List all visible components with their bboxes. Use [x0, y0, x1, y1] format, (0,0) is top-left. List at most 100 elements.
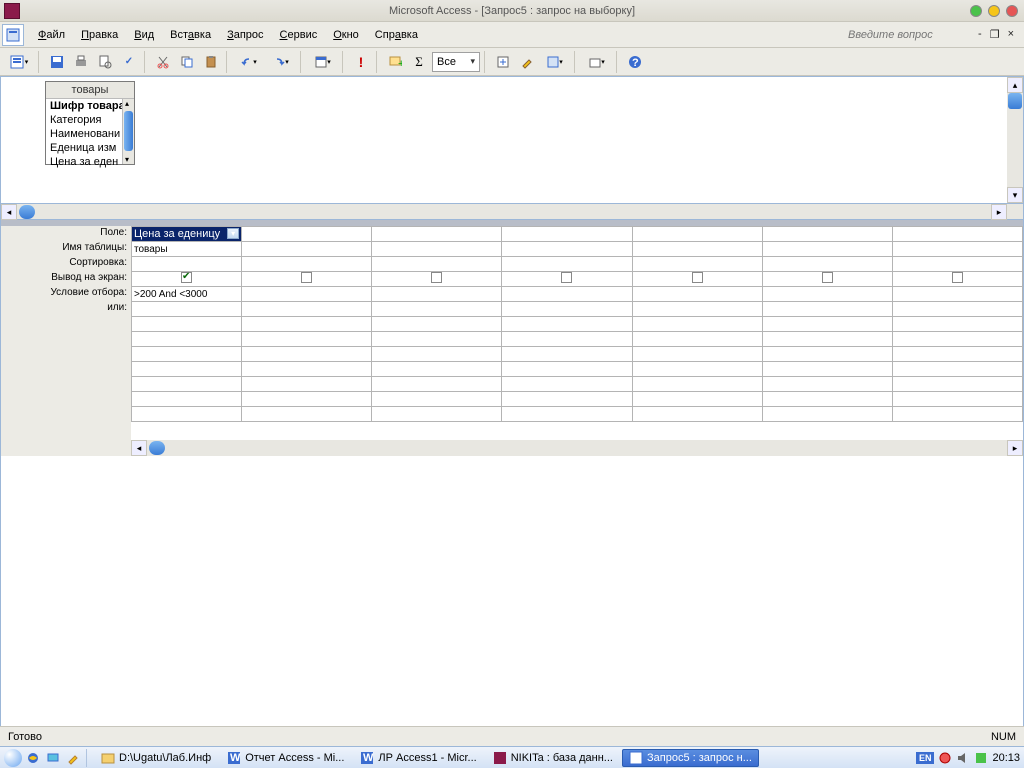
help-button[interactable]: ?	[624, 51, 646, 73]
scroll-right-icon[interactable]: ▸	[991, 204, 1007, 220]
close-button[interactable]	[1006, 5, 1018, 17]
quick-launch-ie[interactable]	[24, 749, 42, 767]
table-cell[interactable]: товары	[132, 242, 242, 257]
field-item[interactable]: Еденица изм	[46, 141, 134, 155]
menu-edit[interactable]: Правка	[73, 25, 126, 45]
menu-tools[interactable]: Сервис	[272, 25, 326, 45]
properties-button[interactable]	[492, 51, 514, 73]
tray-icon[interactable]	[974, 751, 988, 765]
taskbar-word1[interactable]: W Отчет Access - Mi...	[220, 749, 351, 767]
field-cell[interactable]	[762, 227, 892, 242]
clock[interactable]: 20:13	[992, 752, 1020, 764]
field-cell[interactable]	[242, 227, 372, 242]
dropdown-icon[interactable]: ▾	[227, 228, 239, 239]
show-checkbox[interactable]	[242, 272, 372, 287]
run-button[interactable]: !	[350, 51, 372, 73]
print-button[interactable]	[70, 51, 92, 73]
print-preview-button[interactable]	[94, 51, 116, 73]
help-search-input[interactable]	[848, 29, 968, 41]
view-button[interactable]: ▾	[4, 51, 34, 73]
save-button[interactable]	[46, 51, 68, 73]
table-товары[interactable]: товары Шифр товара Категория Наименовани…	[45, 81, 135, 165]
field-cell[interactable]	[632, 227, 762, 242]
undo-button[interactable]: ▾	[234, 51, 264, 73]
field-item[interactable]: Категория	[46, 113, 134, 127]
language-indicator[interactable]: EN	[916, 752, 935, 764]
field-cell[interactable]	[372, 227, 502, 242]
menu-view[interactable]: Вид	[126, 25, 162, 45]
status-num: NUM	[991, 731, 1016, 743]
mdi-restore-button[interactable]: ❐	[988, 28, 1002, 41]
qbe-grid-hscroll[interactable]: ◂ ▸	[131, 440, 1023, 456]
scroll-down-icon[interactable]: ▾	[1007, 187, 1023, 203]
field-cell[interactable]: Цена за еденицу▾	[132, 227, 242, 242]
scroll-right-icon[interactable]: ▸	[1007, 440, 1023, 456]
field-row: Цена за еденицу▾	[132, 227, 1023, 242]
taskbar-folder[interactable]: D:\Ugatu\Лаб.Инф	[94, 749, 218, 767]
field-cell[interactable]	[502, 227, 632, 242]
field-item[interactable]: Цена за еден	[46, 155, 134, 169]
redo-button[interactable]: ▾	[266, 51, 296, 73]
totals-button[interactable]: Σ	[408, 51, 430, 73]
criteria-row: >200 And <3000	[132, 287, 1023, 302]
mdi-minimize-button[interactable]: -	[976, 28, 984, 41]
scroll-left-icon[interactable]: ◂	[1, 204, 17, 220]
field-item[interactable]: Шифр товара	[46, 99, 134, 113]
mdi-close-button[interactable]: ×	[1006, 28, 1016, 41]
database-window-button[interactable]: ▾	[540, 51, 570, 73]
query-design-window: товары Шифр товара Категория Наименовани…	[0, 76, 1024, 758]
taskbar-access-query[interactable]: Запрос5 : запрос н...	[622, 749, 759, 767]
menu-window[interactable]: Окно	[325, 25, 367, 45]
spelling-button[interactable]: ✓	[118, 51, 140, 73]
upper-pane-vscroll[interactable]: ▴ ▾	[1007, 77, 1023, 203]
toolbar: ▾ ✓ ▾ ▾ ▾ ! + Σ Все ▾ ▾ ?	[0, 48, 1024, 76]
taskbar-access-db[interactable]: NIKITa : база данн...	[486, 749, 620, 767]
menu-query[interactable]: Запрос	[219, 25, 271, 45]
label-table: Имя таблицы:	[1, 241, 131, 256]
tables-pane[interactable]: товары Шифр товара Категория Наименовани…	[1, 77, 1023, 204]
new-object-button[interactable]: ▾	[582, 51, 612, 73]
upper-pane-hscroll[interactable]: ◂ ▸	[1, 204, 1023, 220]
or-row	[132, 302, 1023, 317]
statusbar: Готово NUM	[0, 726, 1024, 746]
quick-launch-desktop[interactable]	[44, 749, 62, 767]
tray-icon[interactable]	[938, 751, 952, 765]
show-checkbox[interactable]	[892, 272, 1022, 287]
maximize-button[interactable]	[988, 5, 1000, 17]
qbe-grid[interactable]: Цена за еденицу▾ товары	[131, 226, 1023, 456]
menubar: Файл Правка Вид Вставка Запрос Сервис Ок…	[0, 22, 1024, 48]
quick-launch-pencil[interactable]	[64, 749, 82, 767]
menu-file[interactable]: Файл	[30, 25, 73, 45]
show-checkbox[interactable]	[132, 272, 242, 287]
query-type-button[interactable]: ▾	[308, 51, 338, 73]
paste-button[interactable]	[200, 51, 222, 73]
table-row: товары	[132, 242, 1023, 257]
access-icon	[493, 751, 507, 765]
app-icon	[4, 3, 20, 19]
menu-help[interactable]: Справка	[367, 25, 426, 45]
menu-insert[interactable]: Вставка	[162, 25, 219, 45]
show-checkbox[interactable]	[632, 272, 762, 287]
criteria-cell[interactable]: >200 And <3000	[132, 287, 242, 302]
scroll-left-icon[interactable]: ◂	[131, 440, 147, 456]
table-title[interactable]: товары	[46, 82, 134, 99]
volume-icon[interactable]	[956, 751, 970, 765]
field-cell[interactable]	[892, 227, 1022, 242]
scroll-up-icon[interactable]: ▴	[1007, 77, 1023, 93]
build-button[interactable]	[516, 51, 538, 73]
label-field: Поле:	[1, 226, 131, 241]
show-checkbox[interactable]	[502, 272, 632, 287]
field-item[interactable]: Наименовани	[46, 127, 134, 141]
show-checkbox[interactable]	[372, 272, 502, 287]
taskbar-word2[interactable]: W ЛР Access1 - Micr...	[353, 749, 483, 767]
svg-text:+: +	[398, 58, 402, 69]
minimize-button[interactable]	[970, 5, 982, 17]
grid-row-labels: Поле: Имя таблицы: Сортировка: Вывод на …	[1, 226, 131, 456]
show-table-button[interactable]: +	[384, 51, 406, 73]
start-button[interactable]	[4, 749, 22, 767]
copy-button[interactable]	[176, 51, 198, 73]
field-list-scrollbar[interactable]	[122, 99, 134, 164]
cut-button[interactable]	[152, 51, 174, 73]
top-values-combo[interactable]: Все	[432, 52, 480, 72]
show-checkbox[interactable]	[762, 272, 892, 287]
